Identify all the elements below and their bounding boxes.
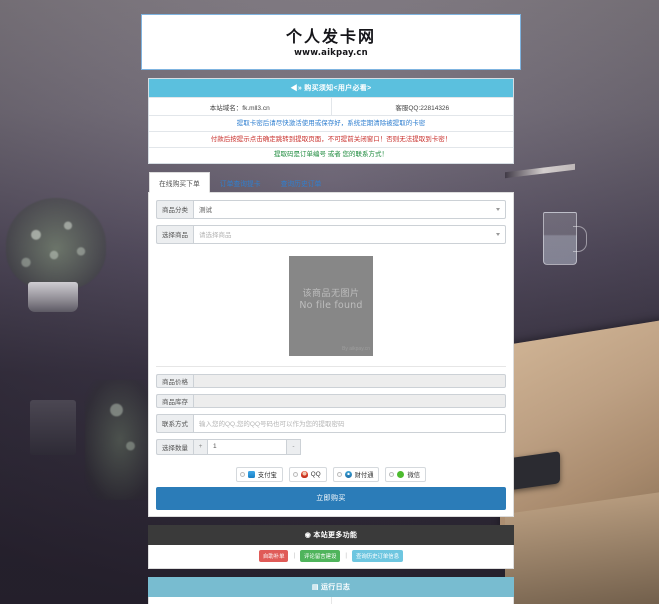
stock-field-group: 商品库存 [156, 393, 506, 408]
payment-option-label: 支付宝 [257, 471, 277, 479]
more-functions-buttons: 自助补单 | 评论留言建设 | 查询历史订单信息 [148, 544, 514, 569]
page-wrapper: 个人发卡网 www.aikpay.cn ◀» 购买须知<用户必看> 本站域名：f… [141, 14, 521, 604]
product-select-value: 请选择商品 [199, 232, 232, 240]
main-container: ◀» 购买须知<用户必看> 本站域名：fk.mll3.cn 客服QQ:22814… [148, 78, 514, 604]
payment-option-alipay[interactable]: 支付宝 [235, 466, 283, 482]
self-service-reorder-button[interactable]: 自助补单 [258, 549, 289, 562]
category-select-value: 测试 [199, 207, 212, 215]
alipay-icon [247, 470, 255, 478]
purchase-notice-panel: ◀» 购买须知<用户必看> 本站域名：fk.mll3.cn 客服QQ:22814… [148, 78, 514, 164]
category-field-group: 商品分类 测试 [156, 199, 506, 219]
product-image-area: 该商品无图片 No file found By aikpay.cn [156, 250, 506, 366]
payment-option-label: 微信 [407, 471, 421, 479]
tab-online-order[interactable]: 在线购买下单 [149, 171, 210, 193]
price-value [193, 373, 506, 388]
radio-icon[interactable] [292, 471, 298, 477]
contact-label: 联系方式 [156, 413, 193, 433]
radio-icon[interactable] [239, 471, 245, 477]
product-image-placeholder: 该商品无图片 No file found By aikpay.cn [289, 255, 373, 356]
radio-icon[interactable] [336, 471, 342, 477]
more-functions-panel: ◉ 本站更多功能 自助补单 | 评论留言建设 | 查询历史订单信息 [148, 524, 514, 569]
form-divider [156, 365, 506, 367]
background-plant-top [6, 198, 106, 290]
product-select[interactable]: 请选择商品 [193, 224, 506, 244]
quantity-decrease-button[interactable]: + [193, 438, 208, 455]
stats-body: 平台已经运营 平台订单总数 [148, 596, 514, 604]
quantity-label: 选择数量 [156, 438, 193, 455]
buy-now-button[interactable]: 立即购买 [156, 486, 506, 510]
globe-icon: ◉ [304, 531, 312, 539]
payment-option-label: 财付通 [354, 471, 374, 479]
site-logo-url: www.aikpay.cn [294, 48, 368, 59]
price-label: 商品价格 [156, 373, 193, 388]
stat-total-orders: 平台订单总数 [330, 596, 514, 604]
button-separator: | [293, 552, 296, 559]
chevron-down-icon [490, 206, 500, 213]
section-spacer-2 [148, 569, 514, 577]
notice-title: ◀» 购买须知<用户必看> [149, 79, 513, 98]
product-image-watermark: By aikpay.cn [342, 345, 370, 352]
stats-panel: ▤ 运行日志 平台已经运营 平台订单总数 [148, 576, 514, 604]
order-form-panel: 商品分类 测试 选择商品 请选择商品 该商品无图片 No file found … [148, 191, 514, 517]
chart-icon: ▤ [311, 583, 319, 591]
product-image-line1: 该商品无图片 [302, 287, 360, 298]
product-image-line2: No file found [299, 299, 363, 311]
product-field-group: 选择商品 请选择商品 [156, 224, 506, 244]
background-pen-holder [30, 400, 76, 455]
payment-option-label: QQ [310, 470, 321, 478]
notice-line-red: 付款后按提示点击确定跳转到提取页面，不可提前关闭窗口！否则无法提取到卡密！ [149, 131, 513, 147]
stat-operating-days: 平台已经运营 [149, 597, 331, 604]
tab-order-history[interactable]: 查询历史订单 [271, 172, 332, 193]
quantity-field-group: 选择数量 + 1 - [156, 438, 506, 455]
category-label: 商品分类 [156, 199, 193, 219]
tab-bar: 在线购买下单 订单查询提卡 查询历史订单 [148, 171, 514, 193]
background-glass-mug [543, 212, 587, 265]
contact-field-group: 联系方式 输入您的QQ,您的QQ号码也可以作为您的提取密码 [156, 413, 506, 433]
query-order-history-button[interactable]: 查询历史订单信息 [351, 549, 404, 562]
stock-label: 商品库存 [156, 393, 193, 408]
payment-option-tenpay[interactable]: 财付通 [332, 466, 380, 482]
wechat-icon [397, 470, 405, 478]
button-separator: | [345, 552, 347, 559]
category-select[interactable]: 测试 [193, 199, 506, 219]
header-spacer [141, 70, 521, 78]
screenshot-root: 个人发卡网 www.aikpay.cn ◀» 购买须知<用户必看> 本站域名：f… [0, 0, 659, 604]
site-domain-label: 本站域名：fk.mll3.cn [209, 104, 270, 112]
payment-method-group: 支付宝 QQ 财付通 微信 [156, 461, 506, 487]
tab-order-query[interactable]: 订单查询提卡 [210, 172, 271, 193]
site-logo-title: 个人发卡网 [285, 27, 376, 46]
contact-input[interactable]: 输入您的QQ,您的QQ号码也可以作为您的提取密码 [193, 413, 506, 433]
payment-option-qq[interactable]: QQ [288, 466, 327, 482]
stats-title-text: 运行日志 [320, 583, 351, 591]
notice-contact-row: 本站域名：fk.mll3.cn 客服QQ:22814326 [149, 97, 514, 116]
site-header: 个人发卡网 www.aikpay.cn [141, 14, 521, 71]
payment-option-wechat[interactable]: 微信 [385, 466, 427, 482]
background-plant-pot [28, 282, 78, 312]
tenpay-icon [344, 470, 352, 478]
stock-value [193, 393, 506, 408]
price-field-group: 商品价格 [156, 373, 506, 388]
service-qq-label: 客服QQ:22814326 [330, 98, 514, 116]
qq-icon [300, 470, 308, 478]
more-functions-title-text: 本站更多功能 [313, 531, 358, 539]
product-label: 选择商品 [156, 224, 193, 244]
notice-line-blue: 提取卡密后请尽快激活使用或保存好，系统定期清除被提取的卡密 [149, 115, 513, 131]
more-functions-title: ◉ 本站更多功能 [148, 524, 514, 545]
contact-input-placeholder: 输入您的QQ,您的QQ号码也可以作为您的提取密码 [199, 421, 345, 429]
notice-line-green: 提取码是订单编号 或者 您的联系方式！ [149, 146, 513, 163]
stats-title: ▤ 运行日志 [148, 576, 514, 597]
radio-icon[interactable] [389, 471, 395, 477]
comment-message-button[interactable]: 评论留言建设 [300, 549, 341, 562]
quantity-stepper: + 1 - [193, 438, 301, 455]
quantity-input[interactable]: 1 [208, 438, 286, 455]
quantity-increase-button[interactable]: - [286, 438, 301, 455]
chevron-down-icon [490, 231, 500, 238]
